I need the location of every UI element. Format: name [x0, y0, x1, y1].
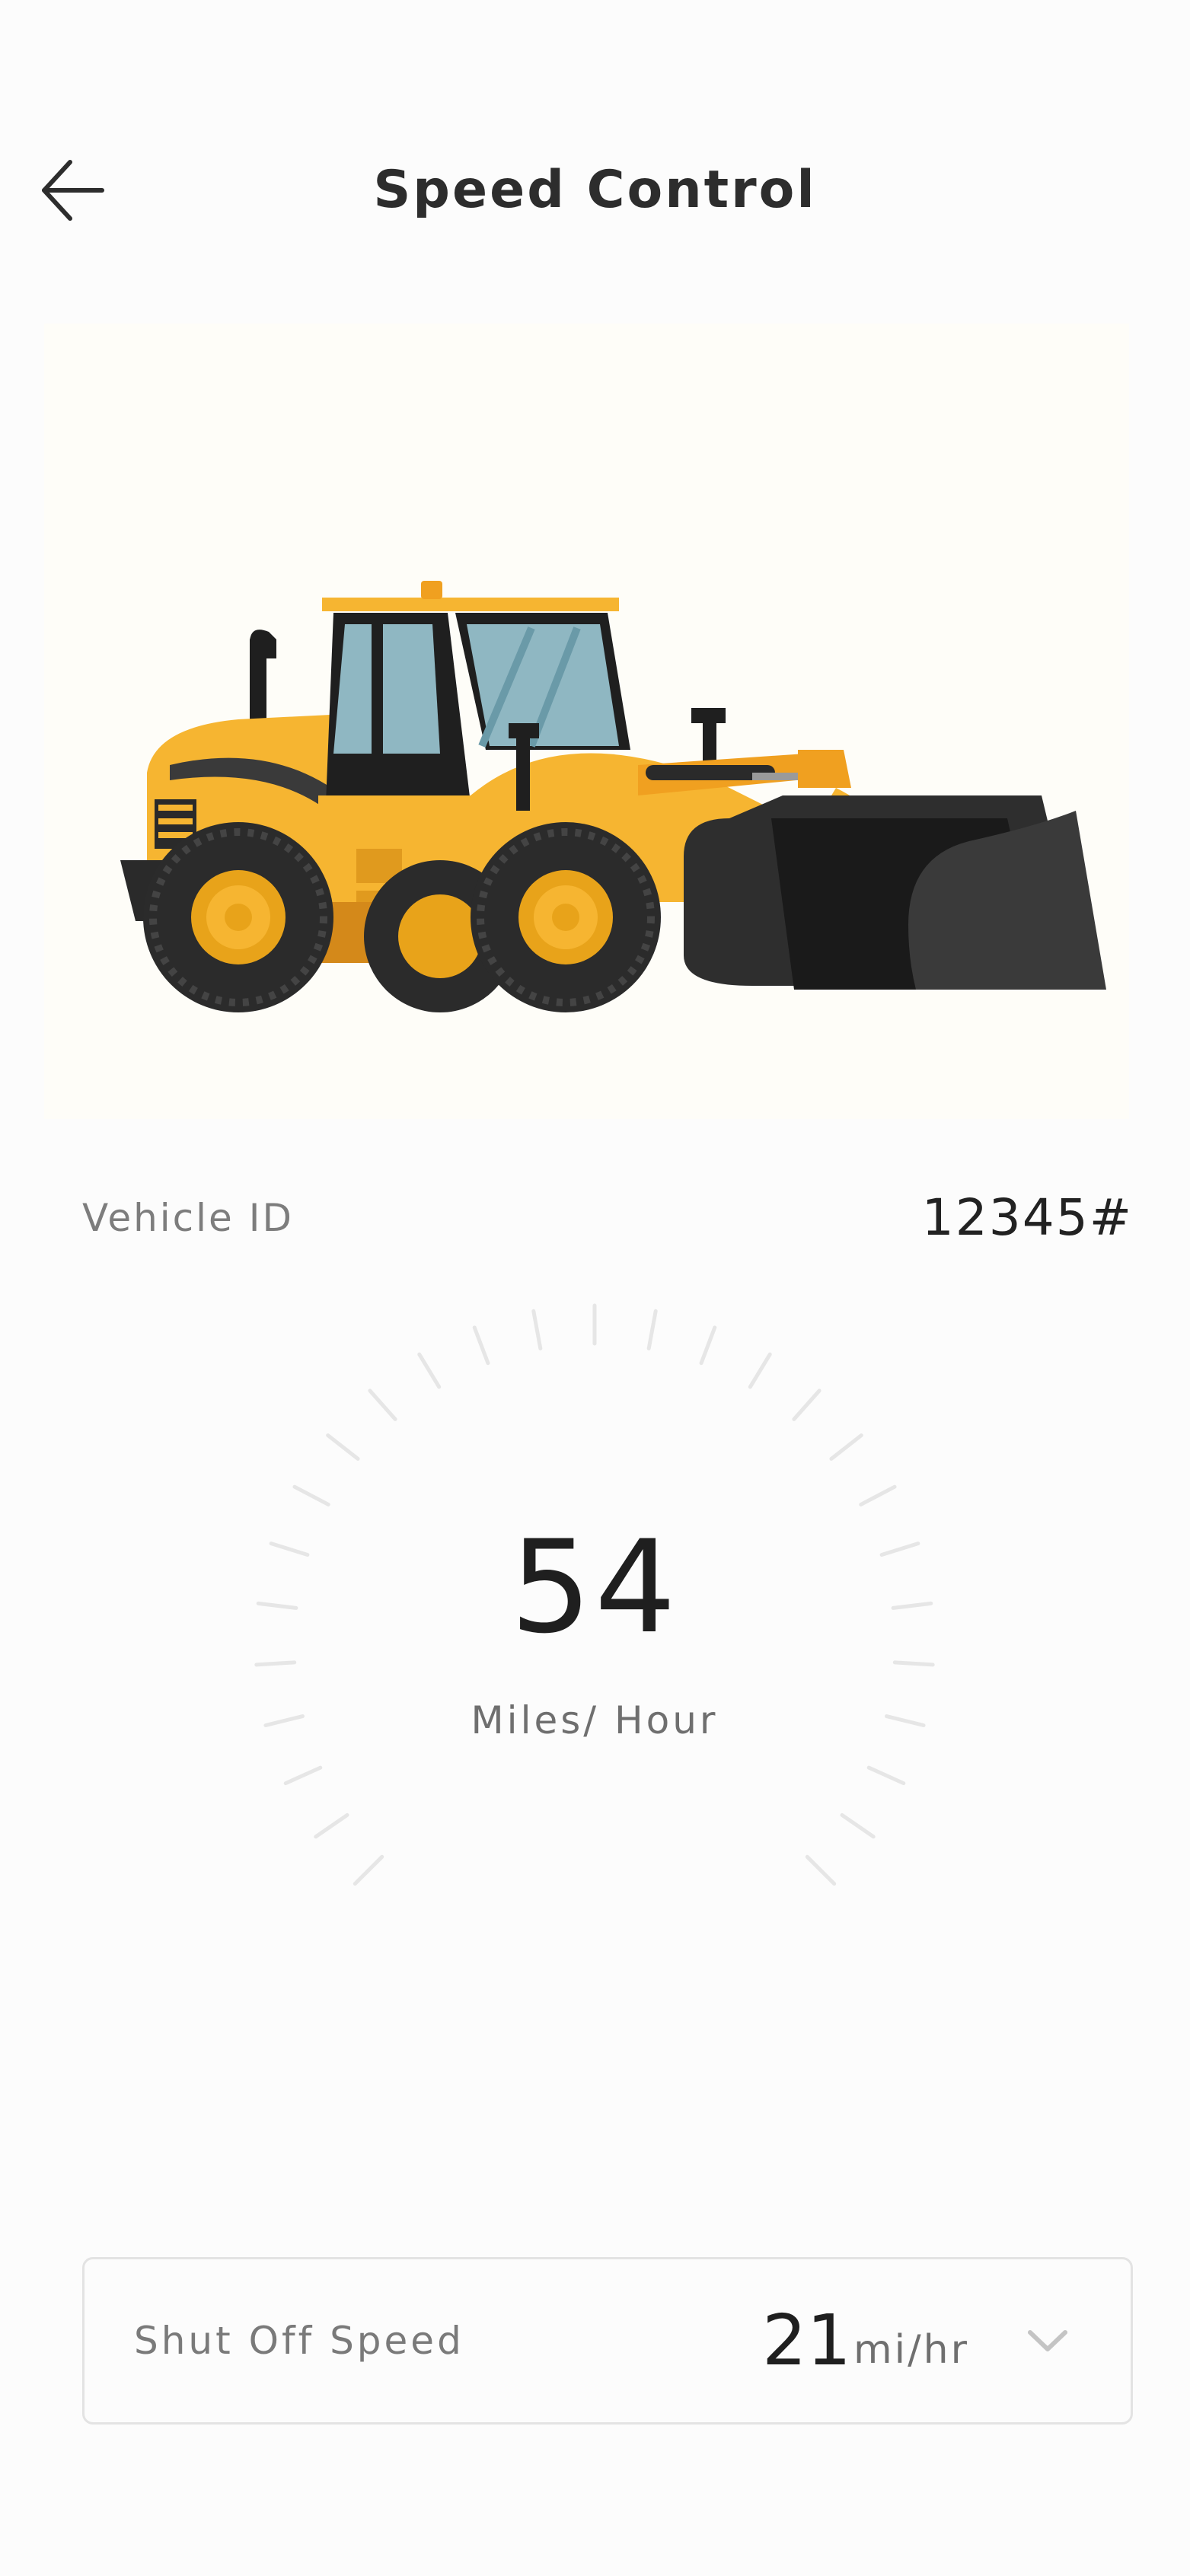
shut-off-speed-select[interactable]: Shut Off Speed 21 mi/hr	[82, 2257, 1133, 2425]
shut-off-speed-value: 21	[762, 2300, 852, 2381]
vehicle-id-label: Vehicle ID	[82, 1196, 294, 1240]
speedometer-tick	[254, 1660, 297, 1667]
vehicle-image	[44, 324, 1129, 1119]
speed-value: 54	[510, 1513, 679, 1662]
speedometer-tick	[368, 1388, 397, 1421]
speedometer-tick	[805, 1854, 837, 1886]
speedometer-tick	[699, 1325, 717, 1366]
shut-off-speed-unit: mi/hr	[853, 2327, 969, 2373]
speedometer-tick	[326, 1433, 360, 1461]
speedometer-tick	[472, 1325, 490, 1366]
speedometer-tick	[353, 1854, 384, 1886]
speedometer-tick	[531, 1309, 543, 1350]
app-header: Speed Control	[0, 129, 1190, 251]
speedometer: 54 Miles/ Hour	[214, 1294, 975, 1941]
page-title: Speed Control	[373, 160, 817, 220]
vehicle-id-row: Vehicle ID 12345#	[82, 1180, 1133, 1256]
speedometer-tick	[892, 1660, 935, 1667]
speedometer-tick	[829, 1433, 863, 1461]
speedometer-tick	[866, 1765, 906, 1786]
speedometer-tick	[840, 1812, 876, 1839]
shut-off-speed-label: Shut Off Speed	[134, 2319, 464, 2363]
speedometer-tick	[792, 1388, 822, 1421]
wheel-loader-illustration	[120, 581, 1106, 1012]
speed-unit: Miles/ Hour	[471, 1698, 719, 1742]
speedometer-tick	[646, 1309, 658, 1350]
speedometer-tick	[748, 1352, 772, 1389]
speedometer-tick	[292, 1484, 330, 1506]
speedometer-tick	[859, 1484, 897, 1506]
speedometer-tick	[283, 1765, 323, 1786]
speedometer-tick	[417, 1352, 442, 1389]
chevron-down-icon	[1028, 2330, 1067, 2351]
speedometer-tick	[314, 1812, 349, 1839]
vehicle-id-value: 12345#	[921, 1188, 1133, 1247]
